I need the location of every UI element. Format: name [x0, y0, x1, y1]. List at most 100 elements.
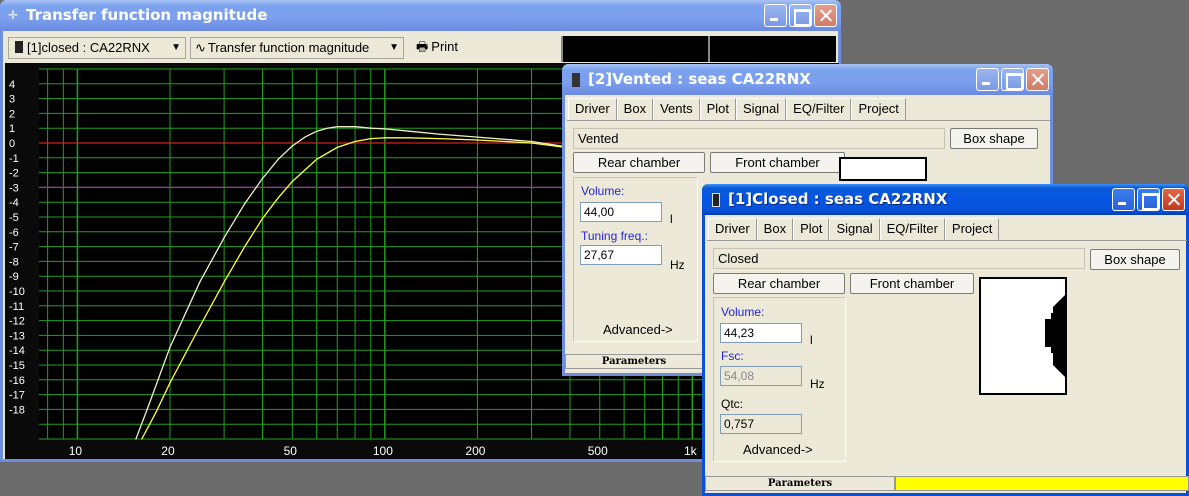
- x-tick-label: 50: [284, 444, 298, 458]
- close-button[interactable]: [814, 4, 837, 27]
- y-tick-label: 3: [9, 94, 15, 106]
- speaker-icon: [572, 73, 580, 87]
- volume-unit: l: [810, 333, 813, 347]
- y-tick-label: -11: [9, 301, 24, 313]
- tab-project[interactable]: Project: [944, 218, 1000, 240]
- front-chamber-button[interactable]: Front chamber: [710, 152, 845, 173]
- data-point: [277, 158, 279, 160]
- status-bar: Parameters: [565, 354, 703, 369]
- front-chamber-button[interactable]: Front chamber: [850, 273, 974, 294]
- box-type-label: Vented: [573, 128, 945, 149]
- data-point: [141, 438, 143, 440]
- minimize-button[interactable]: [764, 4, 787, 27]
- data-point: [169, 346, 171, 348]
- status-progress: [895, 476, 1189, 491]
- tab-eq-filter[interactable]: EQ/Filter: [879, 218, 945, 240]
- tuning-unit: Hz: [670, 258, 685, 272]
- y-tick-label: 1: [9, 123, 15, 135]
- chevron-down-icon: ▼: [171, 42, 181, 53]
- y-tick-label: 0: [9, 138, 15, 150]
- tab-bar-line: [707, 240, 1187, 241]
- black-panel: [561, 36, 836, 62]
- tab-eq-filter[interactable]: EQ/Filter: [786, 98, 852, 120]
- window-title: [2]Vented : seas CA22RNX: [588, 70, 811, 88]
- tuning-label: Tuning freq.:: [581, 229, 648, 243]
- chevron-down-icon: ▼: [389, 42, 399, 53]
- print-label: Print: [431, 39, 459, 54]
- volume-label: Volume:: [581, 184, 625, 198]
- y-tick-label: -3: [9, 182, 19, 194]
- box-type-label: Closed: [713, 248, 1085, 269]
- data-point: [316, 130, 318, 132]
- tab-bar-line: [567, 120, 1050, 121]
- driver-select-value: [1]closed : CA22RNX: [27, 40, 150, 55]
- data-point: [135, 438, 137, 440]
- data-point: [530, 142, 533, 144]
- tuning-input[interactable]: 27,67: [580, 245, 662, 265]
- data-point: [384, 128, 386, 130]
- volume-input[interactable]: 44,00: [580, 202, 662, 222]
- tab-signal[interactable]: Signal: [829, 218, 880, 240]
- titlebar[interactable]: [2]Vented : seas CA22RNX: [562, 64, 1053, 95]
- data-point: [438, 133, 440, 135]
- tab-signal[interactable]: Signal: [736, 98, 787, 120]
- tab-driver[interactable]: Driver: [568, 98, 617, 120]
- tab-box[interactable]: Box: [616, 98, 654, 120]
- advanced-link[interactable]: Advanced->: [743, 442, 813, 457]
- box-shape-button[interactable]: Box shape: [1090, 249, 1180, 270]
- data-point: [261, 217, 264, 220]
- x-tick-label: 200: [465, 444, 485, 458]
- volume-unit: l: [670, 212, 673, 226]
- box-shape-button[interactable]: Box shape: [950, 128, 1038, 149]
- view-select[interactable]: ∿ Transfer function magnitude ▼: [190, 37, 404, 59]
- close-button[interactable]: [1026, 68, 1049, 91]
- toolbar: [1]closed : CA22RNX ▼ ∿ Transfer function…: [6, 36, 561, 62]
- y-tick-label: -17: [9, 390, 25, 402]
- box-preview: [979, 277, 1067, 395]
- y-tick-label: -15: [9, 360, 25, 372]
- maximize-button[interactable]: [1001, 68, 1024, 91]
- data-point: [370, 137, 372, 140]
- tab-bar: Driver Box Plot Signal EQ/Filter Project: [708, 218, 1000, 240]
- data-point: [223, 237, 225, 239]
- titlebar[interactable]: [1]Closed : seas CA22RNX: [702, 184, 1189, 215]
- tab-project[interactable]: Project: [851, 98, 906, 120]
- minimize-button[interactable]: [976, 68, 999, 91]
- advanced-link[interactable]: Advanced->: [603, 322, 673, 337]
- x-tick-label: 20: [161, 444, 175, 458]
- status-bar: Parameters: [705, 476, 895, 491]
- data-point: [291, 180, 293, 183]
- driver-select[interactable]: [1]closed : CA22RNX ▼: [8, 37, 186, 59]
- rear-chamber-button[interactable]: Rear chamber: [573, 152, 705, 173]
- tab-plot[interactable]: Plot: [793, 218, 830, 240]
- data-point: [408, 130, 410, 132]
- x-tick-label: 500: [588, 444, 608, 458]
- tab-box[interactable]: Box: [756, 218, 794, 240]
- speaker-icon: [712, 193, 720, 207]
- titlebar[interactable]: ✛ Transfer function magnitude: [0, 0, 841, 31]
- y-tick-label: -13: [9, 330, 25, 342]
- driver-frame: [1051, 313, 1055, 353]
- volume-input[interactable]: 44,23: [720, 323, 802, 343]
- tab-driver[interactable]: Driver: [708, 218, 757, 240]
- data-point: [147, 405, 149, 408]
- tab-vents[interactable]: Vents: [653, 98, 700, 120]
- window-title: [1]Closed : seas CA22RNX: [728, 190, 948, 208]
- data-point: [244, 246, 246, 248]
- data-point: [199, 325, 201, 328]
- maximize-button[interactable]: [1137, 188, 1160, 211]
- maximize-button[interactable]: [789, 4, 812, 27]
- minimize-button[interactable]: [1112, 188, 1135, 211]
- data-point: [336, 126, 338, 128]
- data-point: [408, 137, 410, 139]
- y-tick-label: -5: [9, 212, 19, 224]
- data-point: [438, 137, 440, 140]
- data-point: [476, 136, 479, 138]
- y-tick-label: -9: [9, 271, 19, 283]
- tab-plot[interactable]: Plot: [699, 98, 737, 120]
- close-button[interactable]: [1162, 188, 1185, 211]
- rear-chamber-button[interactable]: Rear chamber: [713, 273, 845, 294]
- print-button[interactable]: 🖶 Print: [412, 37, 472, 59]
- crosshair-icon: ✛: [8, 8, 19, 22]
- speaker-icon: [15, 41, 23, 53]
